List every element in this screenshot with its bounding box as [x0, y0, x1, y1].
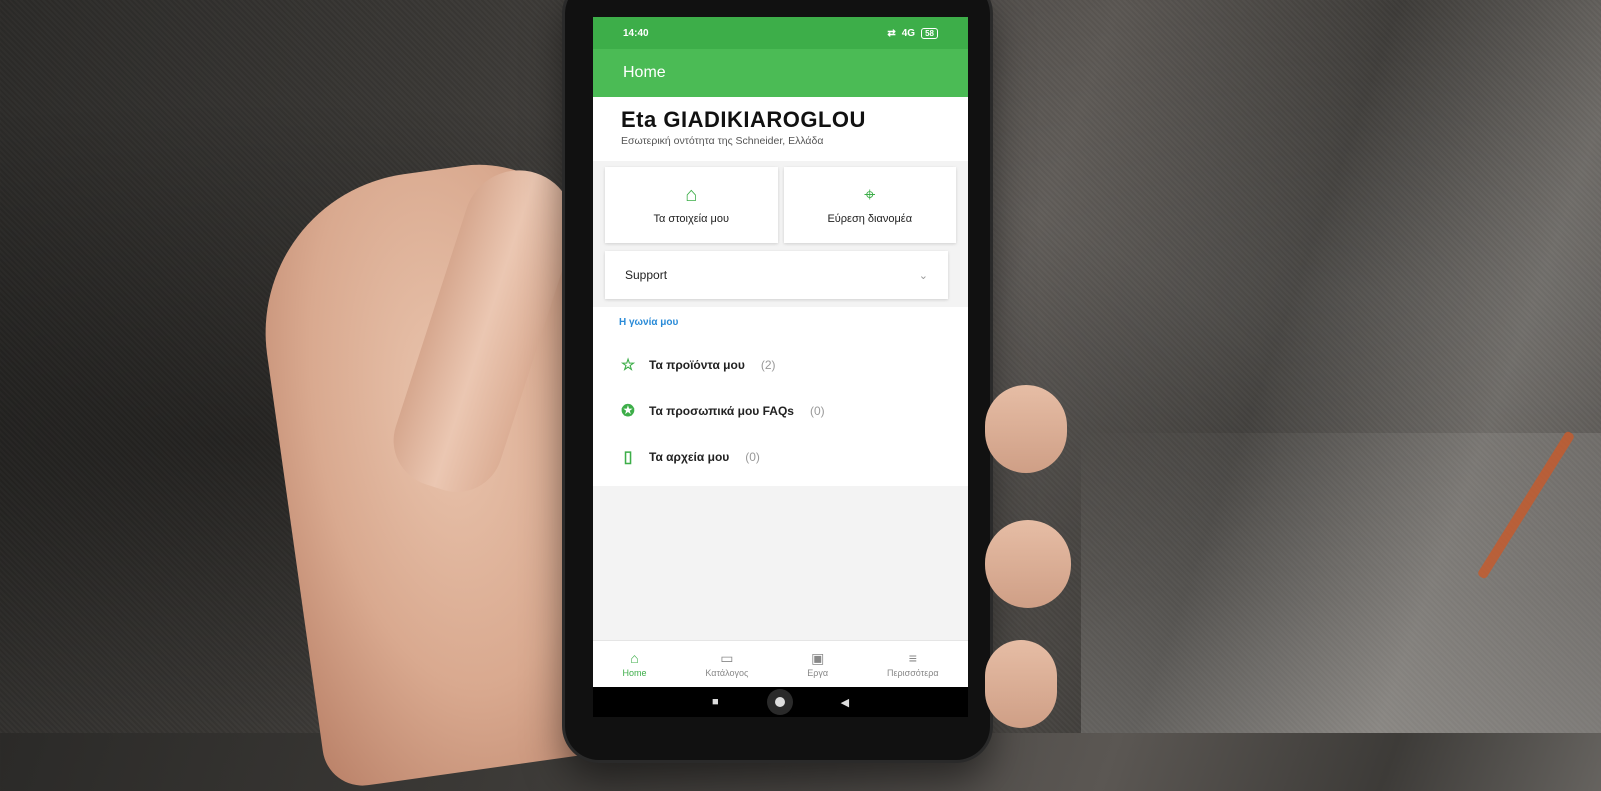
my-corner-section: Η γωνία μου ☆ Τα προϊόντα μου (2) ✪ Τα π… [593, 307, 968, 486]
my-products-count: (2) [760, 358, 776, 372]
system-nav-bar: ■ ◀ [593, 687, 968, 717]
phone-screen: 14:40 ⇄ 4G 58 Home Eta GIADIKIAROGLOU Εσ… [593, 17, 968, 717]
find-distributor-label: Εύρεση διανομέα [827, 213, 913, 225]
status-time: 14:40 [623, 27, 649, 39]
profile-header: Eta GIADIKIAROGLOU Εσωτερική οντότητα τη… [593, 97, 968, 161]
my-faqs-count: (0) [809, 404, 825, 418]
chevron-down-icon: ⌄ [918, 269, 928, 282]
background-floor [1081, 433, 1601, 733]
my-faqs-item[interactable]: ✪ Τα προσωπικά μου FAQs (0) [593, 388, 968, 434]
support-dropdown[interactable]: Support ⌄ [605, 251, 948, 299]
network-label: 4G [901, 27, 916, 39]
nav-more-label: Περισσότερα [887, 667, 939, 678]
system-home-button[interactable] [766, 689, 793, 715]
my-details-label: Τα στοιχεία μου [653, 213, 729, 225]
quick-actions: ⌂ Τα στοιχεία μου ⌖ Εύρεση διανομέα [593, 161, 968, 243]
nav-home[interactable]: ⌂ Home [622, 651, 646, 678]
my-products-item[interactable]: ☆ Τα προϊόντα μου (2) [593, 342, 968, 388]
nav-catalog-label: Κατάλογος [705, 667, 749, 678]
bottom-navigation: ⌂ Home ▭ Κατάλογος ▣ Εργα ≡ Περισσότερα [593, 640, 968, 687]
my-files-count: (0) [745, 450, 760, 464]
profile-house-icon: ⌂ [685, 184, 698, 206]
hand-finger-2 [985, 520, 1071, 608]
support-label: Support [625, 268, 668, 282]
status-bar: 14:40 ⇄ 4G 58 [593, 17, 968, 49]
user-organization: Εσωτερική οντότητα της Schneider, Ελλάδα [621, 135, 824, 147]
nav-projects[interactable]: ▣ Εργα [807, 651, 828, 678]
my-details-card[interactable]: ⌂ Τα στοιχεία μου [605, 167, 778, 243]
page-title: Home [623, 64, 666, 81]
user-name: Eta GIADIKIAROGLOU [621, 107, 866, 132]
book-icon: ▭ [720, 649, 734, 666]
find-distributor-card[interactable]: ⌖ Εύρεση διανομέα [783, 167, 956, 243]
my-corner-title: Η γωνία μου [619, 317, 679, 328]
nav-home-label: Home [622, 667, 647, 678]
hand-finger-1 [985, 385, 1067, 473]
back-button[interactable]: ◀ [841, 696, 849, 709]
file-star-icon: ▯ [623, 449, 633, 466]
my-files-label: Τα αρχεία μου [649, 450, 730, 464]
my-files-item[interactable]: ▯ Τα αρχεία μου (0) [593, 434, 968, 480]
briefcase-icon: ▣ [811, 649, 825, 666]
home-dot-icon [774, 697, 785, 707]
nav-projects-label: Εργα [807, 667, 829, 678]
battery-icon: 58 [921, 27, 938, 39]
recents-button[interactable]: ■ [712, 696, 719, 708]
faq-star-icon: ✪ [621, 403, 635, 420]
menu-icon: ≡ [908, 649, 917, 666]
product-star-icon: ☆ [620, 357, 636, 374]
home-icon: ⌂ [630, 649, 639, 666]
location-pin-icon: ⌖ [864, 184, 876, 206]
hand-finger-3 [985, 640, 1057, 728]
app-bar: Home [593, 49, 968, 97]
signal-icon: ⇄ [887, 27, 896, 39]
my-products-label: Τα προϊόντα μου [649, 358, 745, 372]
nav-catalog[interactable]: ▭ Κατάλογος [705, 651, 748, 678]
nav-more[interactable]: ≡ Περισσότερα [887, 651, 939, 678]
my-faqs-label: Τα προσωπικά μου FAQs [649, 404, 794, 418]
